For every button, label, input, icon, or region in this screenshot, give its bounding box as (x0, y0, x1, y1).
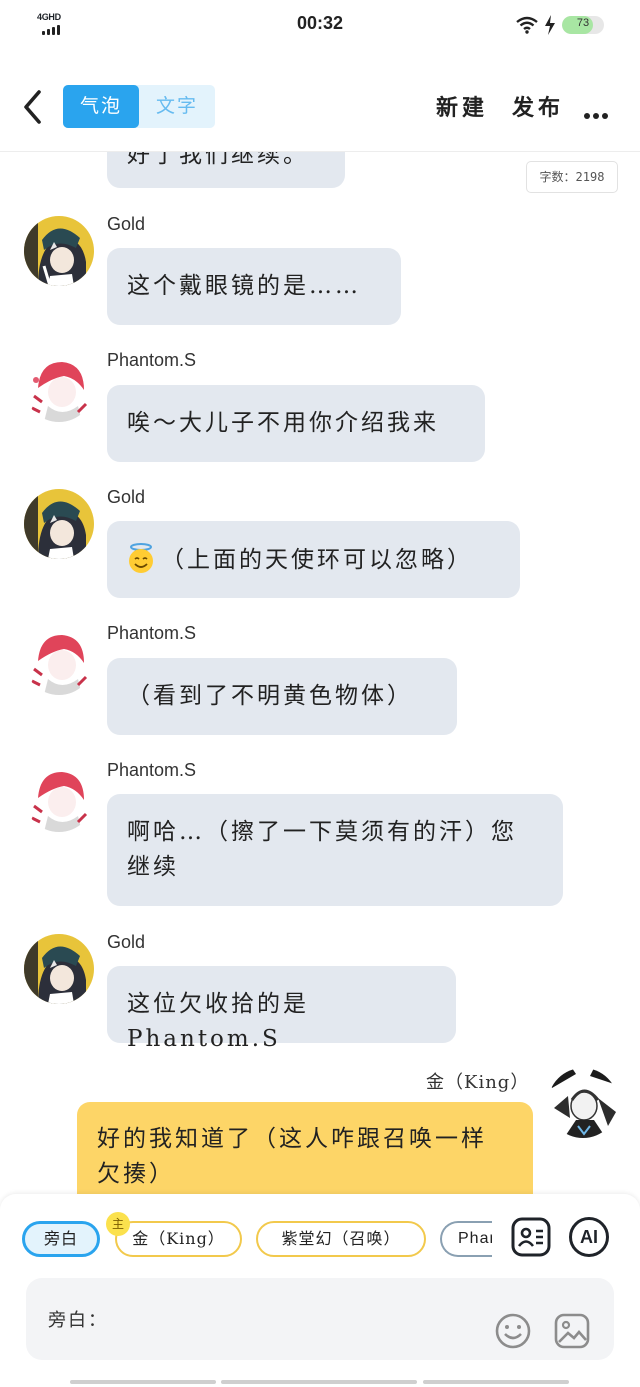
sender-name: Phantom.S (107, 760, 197, 780)
halo-smiley-icon (129, 543, 153, 573)
sender-name: 金（King） (426, 1072, 530, 1093)
message-text: 这位欠收拾的是Phantom.S (127, 991, 309, 1052)
tab-text[interactable]: 文字 (139, 85, 215, 128)
message-text: （看到了不明黄色物体） (127, 683, 413, 709)
message-bubble[interactable]: 这个戴眼镜的是…… (107, 248, 401, 325)
avatar-phantom[interactable] (24, 625, 94, 695)
chat-area[interactable]: 好了我们继续。 Gold 这个戴眼镜的是…… Phantom.S 唉～大儿子不用… (0, 152, 640, 1197)
message-text-line: 继续 (127, 854, 179, 880)
message-bubble[interactable]: 唉～大儿子不用你介绍我来 (107, 385, 485, 462)
message-text-line: 啊哈…（擦了一下莫须有的汗）您 (127, 819, 517, 845)
back-arrow-icon[interactable] (16, 84, 52, 130)
message-bubble[interactable]: 啊哈…（擦了一下莫须有的汗）您 继续 (107, 794, 563, 906)
more-dots-icon[interactable] (584, 104, 614, 119)
battery-percent: 73 (576, 17, 590, 29)
sender-name: Gold (107, 487, 146, 507)
avatar-gold[interactable] (24, 216, 94, 286)
message-bubble[interactable]: （看到了不明黄色物体） (107, 658, 457, 735)
message-bubble[interactable]: 这位欠收拾的是Phantom.S (107, 966, 456, 1052)
scroll-indicator (221, 1380, 417, 1384)
avatar-phantom[interactable] (24, 352, 94, 422)
wifi-icon (516, 16, 538, 34)
message-bubble[interactable]: 好了我们继续。 (107, 152, 345, 188)
new-button[interactable]: 新建 (436, 90, 488, 122)
tab-bubble[interactable]: 气泡 (63, 85, 139, 128)
avatar-gold[interactable] (24, 934, 94, 1004)
message-text-line: 好的我知道了（这人咋跟召唤一样 (97, 1126, 487, 1152)
role-chip-narrator[interactable]: 旁白 (22, 1221, 100, 1257)
message-input[interactable]: 旁白： (26, 1278, 614, 1360)
image-icon[interactable] (553, 1312, 591, 1350)
scroll-indicator (70, 1380, 216, 1384)
battery-indicator: 73 (562, 16, 604, 34)
message-text: （上面的天使环可以忽略） (161, 547, 473, 573)
message-bubble-self[interactable]: 好的我知道了（这人咋跟召唤一样 欠揍） (77, 1102, 533, 1197)
sender-name: Phantom.S (107, 623, 197, 643)
scroll-indicator (423, 1380, 569, 1384)
status-bar: 4GHD 00:32 73 (0, 0, 640, 50)
message-text: 好了我们继续。 (127, 152, 309, 168)
main-role-badge: 主 (106, 1212, 130, 1236)
role-chip-phantom[interactable]: Phan (440, 1221, 492, 1257)
avatar-king[interactable] (548, 1068, 618, 1138)
avatar-phantom[interactable] (24, 762, 94, 832)
smiley-icon[interactable] (494, 1312, 532, 1350)
message-text: 这个戴眼镜的是…… (127, 273, 361, 299)
compose-panel: 旁白 金（King） 主 紫堂幻（召唤） Phan AI 旁白： (0, 1194, 640, 1387)
ai-button[interactable]: AI (569, 1217, 609, 1257)
role-chip-zitanghuan[interactable]: 紫堂幻（召唤） (256, 1221, 426, 1257)
avatar-gold[interactable] (24, 489, 94, 559)
charging-bolt-icon (545, 15, 555, 35)
sender-name: Gold (107, 932, 146, 952)
message-bubble[interactable]: （上面的天使环可以忽略） (107, 521, 520, 598)
mode-switch: 气泡 文字 (63, 85, 215, 128)
message-text: 唉～大儿子不用你介绍我来 (127, 410, 439, 436)
input-role-label: 旁白： (48, 1310, 108, 1331)
publish-button[interactable]: 发布 (512, 90, 564, 122)
contact-card-icon[interactable] (511, 1217, 551, 1257)
sender-name: Gold (107, 214, 146, 234)
role-chip-king[interactable]: 金（King） (115, 1221, 242, 1257)
word-count-badge: 字数：2198 (526, 161, 618, 193)
top-bar: 气泡 文字 新建 发布 (0, 62, 640, 152)
message-text-line: 欠揍） (97, 1161, 175, 1187)
sender-name: Phantom.S (107, 350, 197, 370)
